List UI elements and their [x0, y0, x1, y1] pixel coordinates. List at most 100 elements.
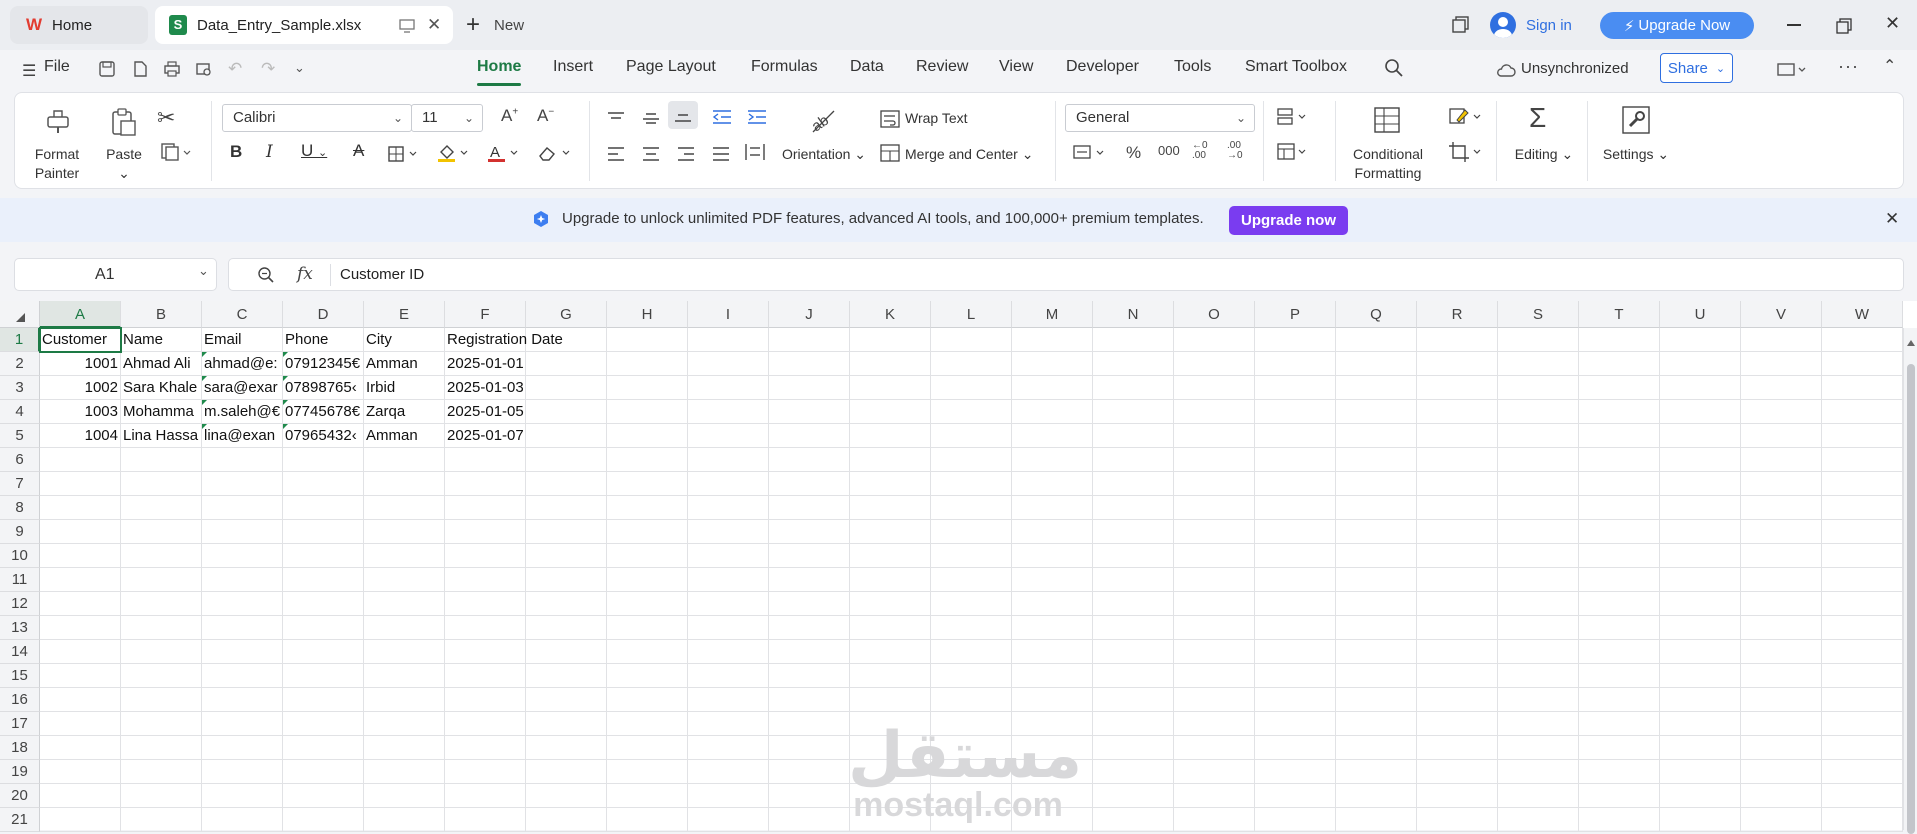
cell-c6[interactable] [202, 448, 283, 472]
cell-b6[interactable] [121, 448, 202, 472]
row-header-5[interactable]: 5 [0, 424, 40, 448]
cell-i10[interactable] [688, 544, 769, 568]
cell-k14[interactable] [850, 640, 931, 664]
cell-s6[interactable] [1498, 448, 1579, 472]
cell-k1[interactable] [850, 328, 931, 352]
cell-s18[interactable] [1498, 736, 1579, 760]
cell-l3[interactable] [931, 376, 1012, 400]
cell-l13[interactable] [931, 616, 1012, 640]
cell-r3[interactable] [1417, 376, 1498, 400]
cell-s21[interactable] [1498, 808, 1579, 832]
cell-p2[interactable] [1255, 352, 1336, 376]
cell-c12[interactable] [202, 592, 283, 616]
row-header-9[interactable]: 9 [0, 520, 40, 544]
window-layout-icon[interactable] [1452, 16, 1470, 34]
cell-j11[interactable] [769, 568, 850, 592]
cell-u6[interactable] [1660, 448, 1741, 472]
upgrade-now-banner-button[interactable]: Upgrade now [1229, 206, 1348, 235]
tab-home-ribbon[interactable]: Home [477, 58, 522, 86]
cell-r1[interactable] [1417, 328, 1498, 352]
cell-o12[interactable] [1174, 592, 1255, 616]
cell-n2[interactable] [1093, 352, 1174, 376]
cell-j17[interactable] [769, 712, 850, 736]
cell-t16[interactable] [1579, 688, 1660, 712]
cell-b12[interactable] [121, 592, 202, 616]
cell-m11[interactable] [1012, 568, 1093, 592]
formula-input[interactable]: Customer ID [340, 266, 424, 283]
cell-s12[interactable] [1498, 592, 1579, 616]
cell-h16[interactable] [607, 688, 688, 712]
cell-l18[interactable] [931, 736, 1012, 760]
font-name-select[interactable]: Calibri ⌄ [222, 104, 412, 132]
cell-j9[interactable] [769, 520, 850, 544]
cell-k2[interactable] [850, 352, 931, 376]
cell-w8[interactable] [1822, 496, 1903, 520]
cell-r5[interactable] [1417, 424, 1498, 448]
cell-e21[interactable] [364, 808, 445, 832]
cell-f2[interactable]: 2025-01-01 [445, 352, 526, 376]
row-header-11[interactable]: 11 [0, 568, 40, 592]
cell-b11[interactable] [121, 568, 202, 592]
cell-k18[interactable] [850, 736, 931, 760]
cell-d11[interactable] [283, 568, 364, 592]
column-header-q[interactable]: Q [1336, 301, 1417, 328]
cell-i13[interactable] [688, 616, 769, 640]
cell-c20[interactable] [202, 784, 283, 808]
cell-k15[interactable] [850, 664, 931, 688]
cell-f5[interactable]: 2025-01-07 [445, 424, 526, 448]
cell-j18[interactable] [769, 736, 850, 760]
cell-a16[interactable] [40, 688, 121, 712]
cell-n6[interactable] [1093, 448, 1174, 472]
cell-a3[interactable]: 1002 [40, 376, 121, 400]
cell-e4[interactable]: Zarqa [364, 400, 445, 424]
cell-e16[interactable] [364, 688, 445, 712]
cell-f13[interactable] [445, 616, 526, 640]
cell-d4[interactable]: 07745678€ [283, 400, 364, 424]
cell-a10[interactable] [40, 544, 121, 568]
cell-p15[interactable] [1255, 664, 1336, 688]
cell-g7[interactable] [526, 472, 607, 496]
cell-v21[interactable] [1741, 808, 1822, 832]
column-header-i[interactable]: I [688, 301, 769, 328]
cell-i20[interactable] [688, 784, 769, 808]
cell-f4[interactable]: 2025-01-05 [445, 400, 526, 424]
cell-l1[interactable] [931, 328, 1012, 352]
cell-q20[interactable] [1336, 784, 1417, 808]
cell-r20[interactable] [1417, 784, 1498, 808]
cell-t12[interactable] [1579, 592, 1660, 616]
cell-w13[interactable] [1822, 616, 1903, 640]
cell-m4[interactable] [1012, 400, 1093, 424]
search-icon[interactable] [1384, 58, 1404, 78]
cell-p14[interactable] [1255, 640, 1336, 664]
cell-r2[interactable] [1417, 352, 1498, 376]
borders-icon[interactable] [388, 145, 420, 163]
cell-a19[interactable] [40, 760, 121, 784]
cell-d21[interactable] [283, 808, 364, 832]
cell-g2[interactable] [526, 352, 607, 376]
cell-o13[interactable] [1174, 616, 1255, 640]
undo-icon[interactable]: ↶ [228, 59, 242, 79]
column-header-d[interactable]: D [283, 301, 364, 328]
tab-tools[interactable]: Tools [1174, 58, 1211, 76]
cell-q18[interactable] [1336, 736, 1417, 760]
cell-a11[interactable] [40, 568, 121, 592]
cell-s5[interactable] [1498, 424, 1579, 448]
cell-l17[interactable] [931, 712, 1012, 736]
cell-b15[interactable] [121, 664, 202, 688]
cell-s16[interactable] [1498, 688, 1579, 712]
cell-d6[interactable] [283, 448, 364, 472]
cell-c10[interactable] [202, 544, 283, 568]
cell-l19[interactable] [931, 760, 1012, 784]
cell-w5[interactable] [1822, 424, 1903, 448]
cell-c7[interactable] [202, 472, 283, 496]
cell-s13[interactable] [1498, 616, 1579, 640]
cut-icon[interactable]: ✂ [157, 105, 175, 131]
justify-icon[interactable] [712, 145, 730, 163]
cell-v18[interactable] [1741, 736, 1822, 760]
cell-e2[interactable]: Amman [364, 352, 445, 376]
cell-t19[interactable] [1579, 760, 1660, 784]
row-header-1[interactable]: 1 [0, 328, 40, 352]
new-tab-button[interactable]: + New [466, 6, 524, 44]
cell-v7[interactable] [1741, 472, 1822, 496]
cell-i9[interactable] [688, 520, 769, 544]
